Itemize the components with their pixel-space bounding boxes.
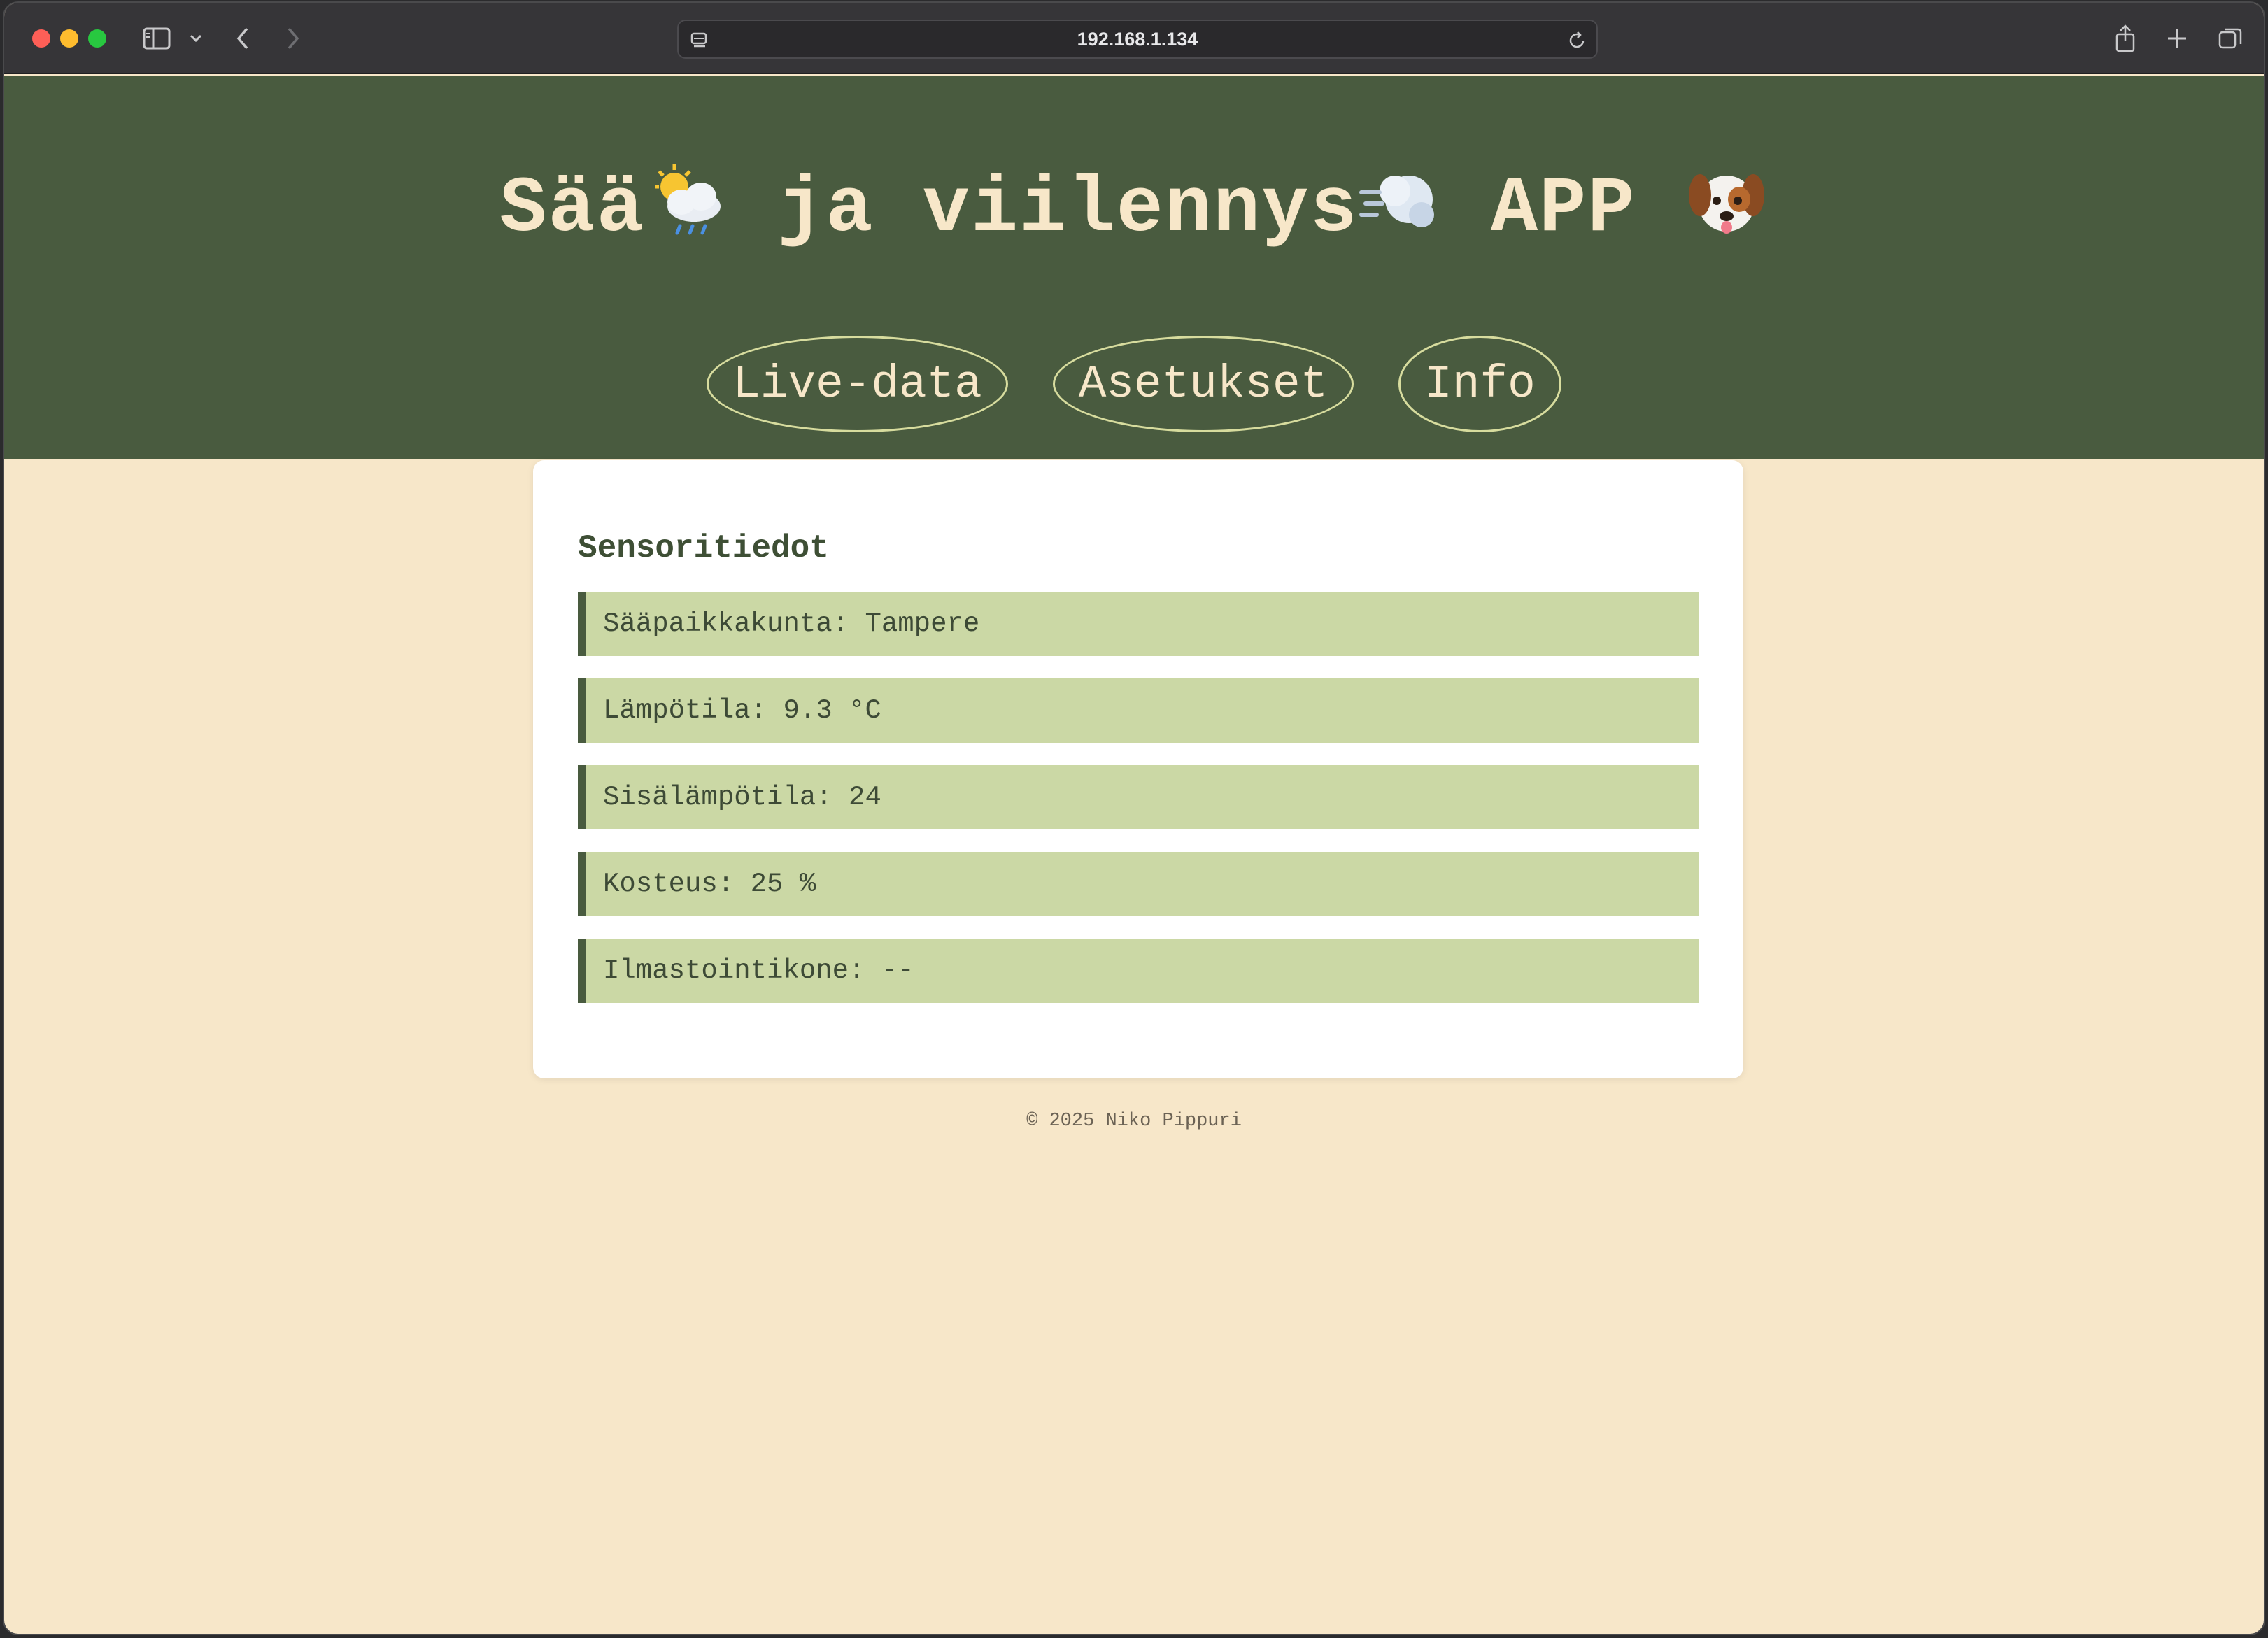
sensor-card: Sensoritiedot Sääpaikkakunta: Tampere Lä… — [533, 460, 1743, 1078]
sensor-row-location: Sääpaikkakunta: Tampere — [578, 592, 1699, 656]
sensor-row-indoor-temperature: Sisälämpötila: 24 — [578, 765, 1699, 829]
back-icon[interactable] — [232, 21, 253, 56]
sidebar-toggle-icon[interactable] — [141, 21, 172, 56]
app-title-part3: APP — [1442, 165, 1685, 254]
sensor-row-humidity: Kosteus: 25 % — [578, 852, 1699, 916]
app-title-part2: ja viilennys — [728, 165, 1359, 254]
nav-info-button[interactable]: Info — [1398, 336, 1561, 432]
address-bar[interactable]: 192.168.1.134 — [677, 20, 1598, 59]
nav-settings-button[interactable]: Asetukset — [1052, 336, 1354, 432]
minimize-window-button[interactable] — [60, 29, 78, 48]
close-window-button[interactable] — [32, 29, 50, 48]
nav-live-data-button[interactable]: Live-data — [707, 336, 1008, 432]
app-title-part1: Sää — [499, 165, 645, 254]
browser-window: 192.168.1.134 Sää ja viilennys APP Live-… — [3, 1, 2265, 1635]
reload-icon[interactable] — [1566, 29, 1588, 52]
browser-toolbar: 192.168.1.134 — [4, 3, 2264, 74]
site-header: Sää ja viilennys APP Live-data Asetukset… — [4, 76, 2264, 459]
url-text[interactable]: 192.168.1.134 — [1077, 29, 1198, 50]
forward-icon[interactable] — [283, 21, 304, 56]
chevron-down-icon[interactable] — [187, 21, 204, 56]
footer-copyright: © 2025 Niko Pippuri — [1026, 1111, 1242, 1132]
main-nav: Live-data Asetukset Info — [4, 336, 2264, 432]
sensor-row-air-conditioner: Ilmastointikone: -- — [578, 939, 1699, 1003]
maximize-window-button[interactable] — [88, 29, 106, 48]
dog-face-icon — [1685, 160, 1769, 244]
sensor-row-temperature: Lämpötila: 9.3 °C — [578, 678, 1699, 743]
share-icon[interactable] — [2110, 21, 2141, 56]
app-title: Sää ja viilennys APP — [4, 164, 2264, 254]
sun-rain-cloud-icon — [645, 160, 729, 244]
wind-face-icon — [1359, 160, 1443, 244]
page-settings-icon[interactable] — [688, 29, 711, 52]
tab-overview-icon[interactable] — [2215, 21, 2246, 56]
sensor-card-title: Sensoritiedot — [578, 530, 829, 567]
page-content: Sää ja viilennys APP Live-data Asetukset… — [4, 76, 2264, 1634]
new-tab-icon[interactable] — [2162, 21, 2192, 56]
